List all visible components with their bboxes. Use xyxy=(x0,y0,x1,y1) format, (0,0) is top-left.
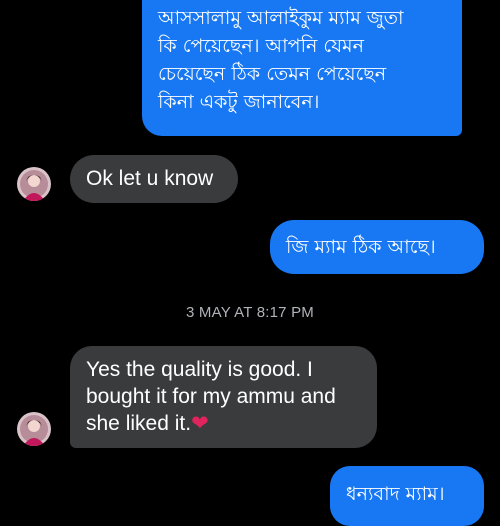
contact-avatar[interactable] xyxy=(17,167,51,201)
incoming-message-bubble[interactable]: Yes the quality is good. I bought it for… xyxy=(70,346,377,448)
message-text-fragment: she liked it. xyxy=(86,412,192,435)
message-text-line: চেয়েছেন ঠিক তেমন পেয়েছেন xyxy=(158,63,387,85)
outgoing-message-bubble[interactable]: ধন্যবাদ ম্যাম। xyxy=(330,466,484,526)
outgoing-message-bubble[interactable]: আসসালামু আলাইকুম ম্যাম জুতা কি পেয়েছেন।… xyxy=(142,0,462,136)
user-avatar-icon xyxy=(17,167,51,201)
message-text: ধন্যবাদ ম্যাম। xyxy=(346,483,445,505)
user-avatar-icon xyxy=(17,412,51,446)
message-text: Ok let u know xyxy=(86,167,214,190)
heart-emoji-icon: ❤ xyxy=(191,412,209,435)
outgoing-message-bubble[interactable]: জি ম্যাম ঠিক আছে। xyxy=(270,220,484,274)
message-text-line: bought it for my ammu and xyxy=(86,385,336,408)
message-text: জি ম্যাম ঠিক আছে। xyxy=(286,236,436,258)
incoming-message-bubble[interactable]: Ok let u know xyxy=(70,155,238,203)
message-text-line: Yes the quality is good. I xyxy=(86,358,313,381)
message-text-line: she liked it.❤ xyxy=(86,410,361,437)
message-text-line: কিনা একটু জানাবেন। xyxy=(158,91,320,113)
message-text-line: কি পেয়েছেন। আপনি যেমন xyxy=(158,35,364,57)
contact-avatar[interactable] xyxy=(17,412,51,446)
message-timestamp: 3 MAY AT 8:17 PM xyxy=(186,304,314,321)
message-text-line: আসসালামু আলাইকুম ম্যাম জুতা xyxy=(158,7,404,29)
